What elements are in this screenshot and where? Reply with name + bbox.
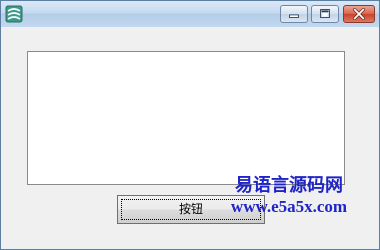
watermark-url: www.e5a5x.com: [230, 197, 348, 216]
title-bar[interactable]: [1, 1, 379, 27]
app-icon: [5, 5, 23, 23]
close-icon: [353, 8, 365, 20]
close-button[interactable]: [343, 5, 375, 23]
text-box[interactable]: [27, 51, 345, 185]
minimize-button[interactable]: [280, 5, 308, 23]
watermark: 易语言源码网 www.e5a5x.com: [214, 175, 364, 217]
watermark-title: 易语言源码网: [235, 175, 343, 196]
maximize-button[interactable]: [311, 5, 339, 23]
maximize-icon: [320, 9, 330, 18]
minimize-icon: [289, 14, 299, 18]
